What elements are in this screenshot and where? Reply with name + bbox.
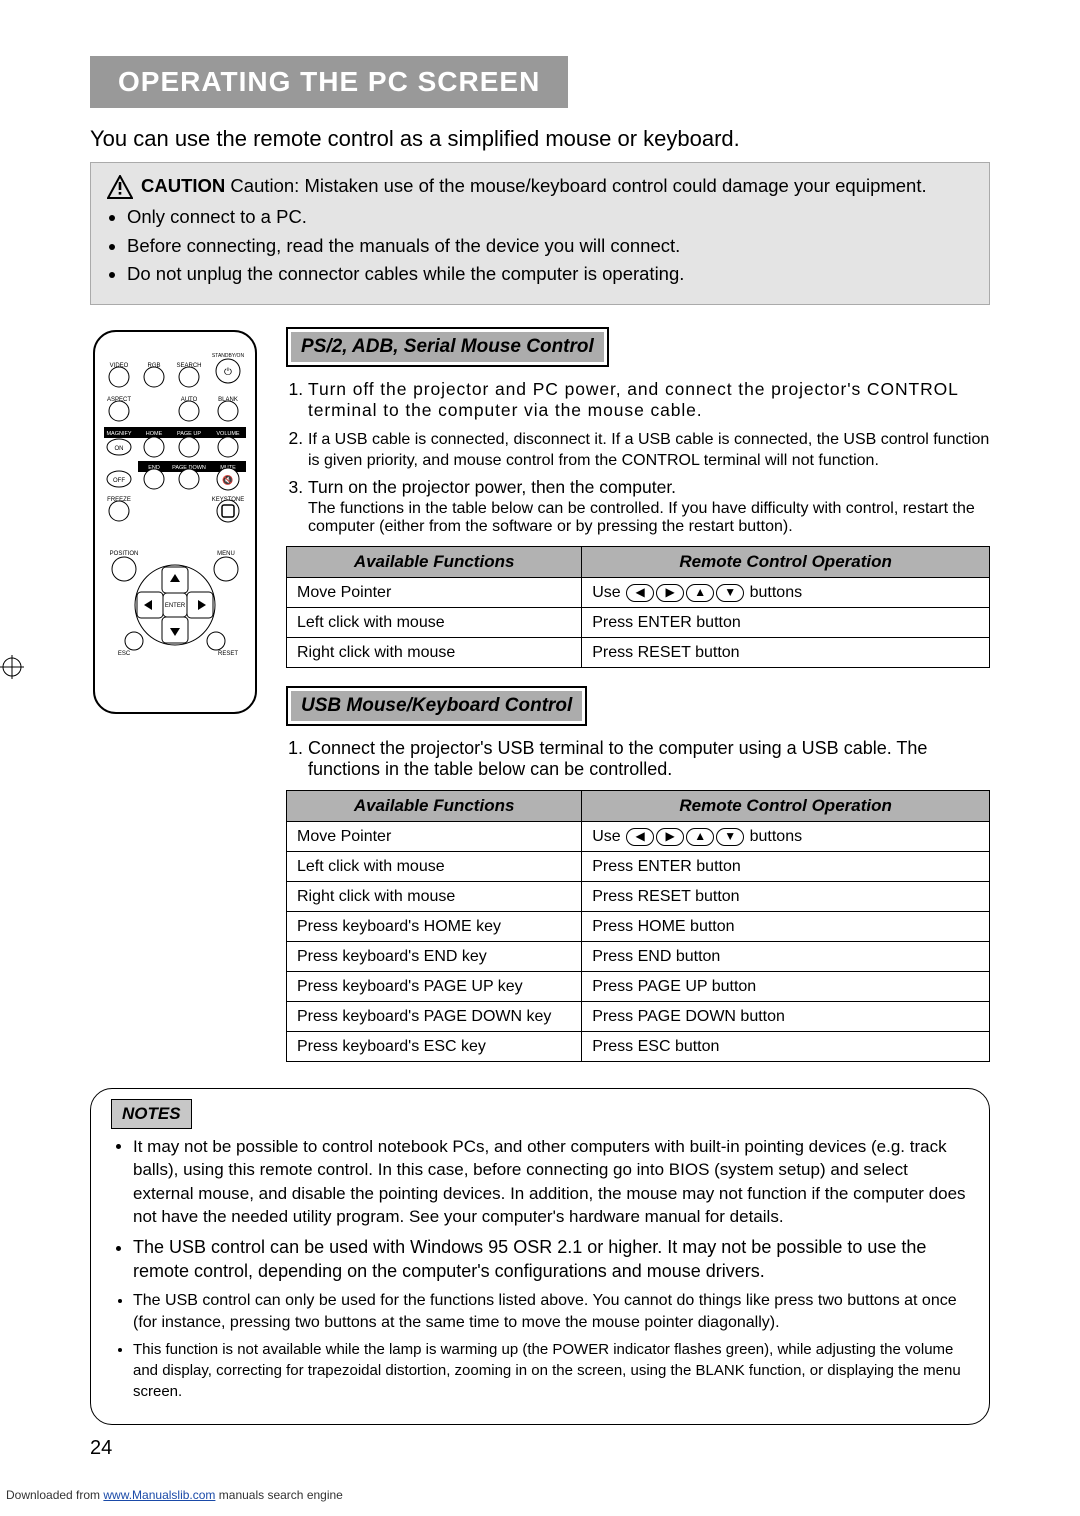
notes-box: NOTES It may not be possible to control …: [90, 1088, 990, 1425]
section2-steps: Connect the projector's USB terminal to …: [286, 738, 990, 780]
table-header: Remote Control Operation: [582, 547, 990, 578]
notes-item: The USB control can only be used for the…: [133, 1290, 969, 1334]
notes-label: NOTES: [111, 1099, 192, 1128]
table-row: Press keyboard's PAGE UP keyPress PAGE U…: [287, 972, 990, 1002]
caution-bullets: Only connect to a PC. Before connecting,…: [107, 204, 973, 288]
table-row: Move Pointer Use ◀▶▲▼ buttons: [287, 578, 990, 608]
page-title: OPERATING THE PC SCREEN: [90, 56, 568, 108]
down-arrow-icon: ▼: [716, 584, 744, 602]
svg-text:PAGE UP: PAGE UP: [177, 431, 201, 437]
notes-item: The USB control can be used with Windows…: [133, 1235, 969, 1285]
table-row: Press keyboard's END keyPress END button: [287, 942, 990, 972]
caution-label: CAUTION: [141, 175, 225, 196]
table-row: Left click with mousePress ENTER button: [287, 608, 990, 638]
left-arrow-icon: ◀: [626, 828, 654, 846]
svg-text:POSITION: POSITION: [110, 551, 139, 557]
svg-text:HOME: HOME: [146, 431, 163, 437]
svg-text:⏻: ⏻: [224, 367, 232, 378]
svg-text:ENTER: ENTER: [165, 603, 186, 609]
down-arrow-icon: ▼: [716, 828, 744, 846]
table-row: Move PointerUse ◀▶▲▼ buttons: [287, 822, 990, 852]
up-arrow-icon: ▲: [686, 584, 714, 602]
download-footer: Downloaded from www.Manualslib.com manua…: [0, 1480, 1080, 1516]
svg-text:MENU: MENU: [217, 551, 235, 557]
remote-control-diagram: VIDEO RGB SEARCH STANDBY/ON ⏻ ASPECT AUT…: [90, 327, 260, 717]
manualslib-link[interactable]: www.Manualslib.com: [103, 1488, 215, 1502]
section1-table: Available Functions Remote Control Opera…: [286, 546, 990, 668]
table-header: Remote Control Operation: [582, 791, 990, 822]
right-arrow-icon: ▶: [656, 584, 684, 602]
crop-mark-left-icon: [0, 655, 24, 679]
caution-box: CAUTION Caution: Mistaken use of the mou…: [90, 162, 990, 305]
left-arrow-icon: ◀: [626, 584, 654, 602]
caution-bullet: Do not unplug the connector cables while…: [127, 261, 973, 288]
page-number: 24: [90, 1437, 990, 1460]
svg-text:STANDBY/ON: STANDBY/ON: [212, 353, 245, 359]
step-item: Turn on the projector power, then the co…: [308, 477, 990, 536]
step-item: Turn off the projector and PC power, and…: [308, 379, 990, 421]
table-row: Press keyboard's PAGE DOWN keyPress PAGE…: [287, 1002, 990, 1032]
svg-text:MAGNIFY: MAGNIFY: [106, 431, 131, 437]
svg-text:VOLUME: VOLUME: [216, 431, 240, 437]
svg-text:OFF: OFF: [113, 478, 125, 484]
warning-icon: [107, 175, 133, 199]
table-header: Available Functions: [287, 547, 582, 578]
table-row: Left click with mousePress ENTER button: [287, 852, 990, 882]
right-arrow-icon: ▶: [656, 828, 684, 846]
section2-table: Available Functions Remote Control Opera…: [286, 790, 990, 1062]
table-row: Right click with mousePress RESET button: [287, 882, 990, 912]
svg-text:RESET: RESET: [218, 651, 238, 657]
step-item: Connect the projector's USB terminal to …: [308, 738, 990, 780]
table-row: Press keyboard's HOME keyPress HOME butt…: [287, 912, 990, 942]
table-row: Press keyboard's ESC keyPress ESC button: [287, 1032, 990, 1062]
caution-bullet: Before connecting, read the manuals of t…: [127, 233, 973, 260]
section1-heading: PS/2, ADB, Serial Mouse Control: [286, 327, 609, 367]
caution-bullet: Only connect to a PC.: [127, 204, 973, 231]
intro-text: You can use the remote control as a simp…: [90, 126, 990, 152]
section1-steps: Turn off the projector and PC power, and…: [286, 379, 990, 536]
step-item: If a USB cable is connected, disconnect …: [308, 428, 990, 470]
svg-text:ON: ON: [115, 446, 124, 452]
up-arrow-icon: ▲: [686, 828, 714, 846]
svg-text:🔇: 🔇: [222, 474, 233, 485]
table-header: Available Functions: [287, 791, 582, 822]
svg-text:ESC: ESC: [118, 651, 131, 657]
caution-text: Caution: Mistaken use of the mouse/keybo…: [230, 175, 926, 196]
section2-heading: USB Mouse/Keyboard Control: [286, 686, 587, 726]
notes-item: It may not be possible to control notebo…: [133, 1135, 969, 1229]
notes-item: This function is not available while the…: [133, 1340, 969, 1402]
table-row: Right click with mousePress RESET button: [287, 638, 990, 668]
